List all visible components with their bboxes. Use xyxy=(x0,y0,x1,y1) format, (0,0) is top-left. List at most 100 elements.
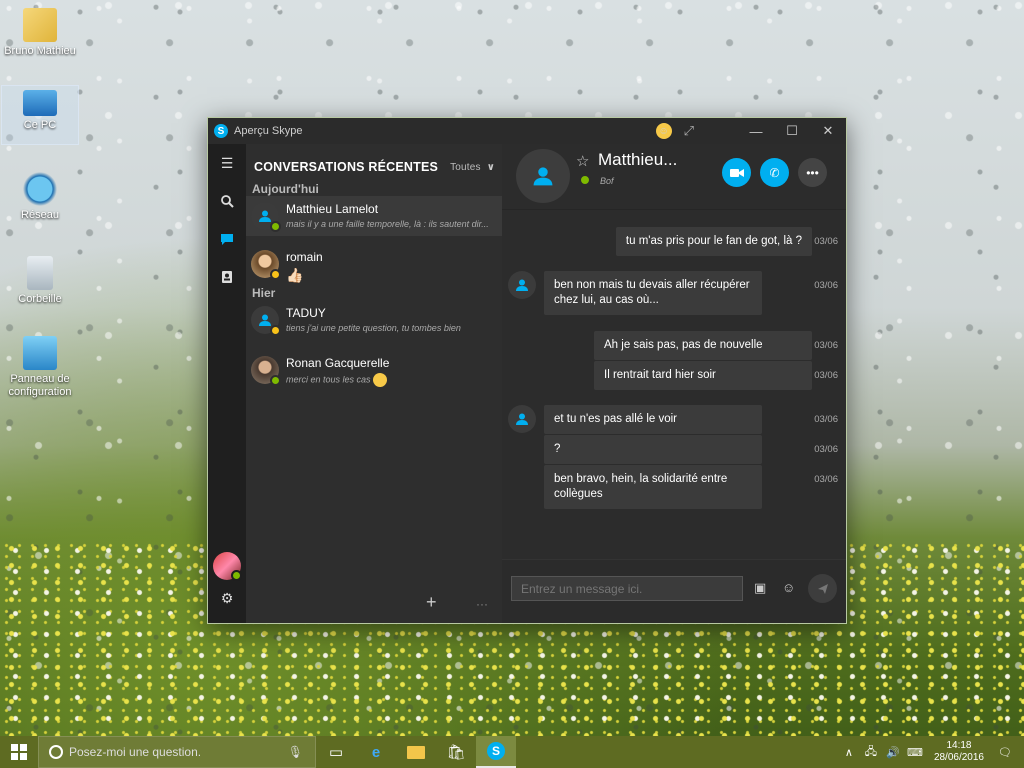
filter-dropdown[interactable]: Toutes xyxy=(450,162,481,173)
send-arrow-icon xyxy=(817,583,828,594)
desktop-icon-user-folder[interactable]: Bruno Mathieu xyxy=(2,8,78,58)
message-preview: tiens j'ai une petite question, tu tombe… xyxy=(286,323,461,333)
skype-window: S Aperçu Skype ☺ ⤢ — ☐ ✕ ☰ ⚙ CONVERSATIO… xyxy=(207,117,847,624)
message-bubble-incoming[interactable]: et tu n'es pas allé le voir xyxy=(544,405,762,434)
message-time: 03/06 xyxy=(814,414,838,425)
person-icon xyxy=(516,413,528,425)
edge-browser-icon[interactable]: e xyxy=(356,736,396,768)
smiley-icon[interactable]: ☺ xyxy=(655,123,672,139)
status-indicator xyxy=(270,375,281,386)
status-indicator xyxy=(270,269,281,280)
nav-rail: ☰ ⚙ xyxy=(208,144,246,623)
skype-logo-icon: S xyxy=(214,124,228,138)
desktop-icon-network[interactable]: Réseau xyxy=(2,172,78,222)
message-time: 03/06 xyxy=(814,370,838,381)
clock-time: 14:18 xyxy=(946,740,972,751)
message-time: 03/06 xyxy=(814,444,838,455)
phone-icon: ✆ xyxy=(769,165,780,180)
contact-mood: Bof xyxy=(600,176,614,186)
windows-logo-icon xyxy=(11,744,27,760)
section-header-yesterday: Hier xyxy=(252,286,276,300)
contact-name: TADUY xyxy=(286,306,326,320)
message-preview-text: merci en tous les cas xyxy=(286,374,371,385)
store-icon[interactable]: 🛍 xyxy=(436,736,476,768)
title-bar[interactable]: S Aperçu Skype ☺ ⤢ — ☐ ✕ xyxy=(208,118,846,144)
start-button[interactable] xyxy=(0,736,38,768)
network-tray-icon[interactable]: 🖧 xyxy=(860,743,882,762)
notifications-icon[interactable]: 🗨 xyxy=(994,746,1016,759)
message-row: ? 03/06 xyxy=(502,435,846,465)
desktop-icon-control-panel[interactable]: Panneau de configuration xyxy=(2,336,78,399)
desktop-icon-label: Corbeille xyxy=(18,293,62,305)
add-conversation-button[interactable]: + xyxy=(426,592,437,613)
contact-name: Ronan Gacquerelle xyxy=(286,356,390,370)
message-preview: merci en tous les cas xyxy=(286,373,502,387)
chat-bubble-icon[interactable] xyxy=(208,220,246,258)
close-button[interactable]: ✕ xyxy=(810,123,846,139)
conversation-item[interactable]: Matthieu Lamelot mais il y a une faille … xyxy=(246,196,502,236)
video-call-button[interactable] xyxy=(722,158,751,187)
file-explorer-icon[interactable] xyxy=(396,736,436,768)
sender-avatar xyxy=(508,271,536,299)
message-bubble-incoming[interactable]: ben non mais tu devais aller récupérer c… xyxy=(544,271,762,315)
desktop-icon-label: Ce PC xyxy=(23,119,57,131)
message-row: ben non mais tu devais aller récupérer c… xyxy=(502,271,846,331)
contact-name: romain xyxy=(286,250,323,264)
hamburger-menu-icon[interactable]: ☰ xyxy=(208,144,246,182)
contact-avatar-large[interactable] xyxy=(516,149,570,203)
clock[interactable]: 14:18 28/06/2016 xyxy=(934,740,984,764)
emoticon-icon[interactable]: ☺ xyxy=(782,580,795,595)
status-indicator xyxy=(270,221,281,232)
conversation-item[interactable]: TADUY tiens j'ai une petite question, tu… xyxy=(246,300,502,340)
status-indicator xyxy=(270,325,281,336)
search-icon[interactable] xyxy=(208,182,246,220)
message-preview: mais il y a une faille temporelle, là : … xyxy=(286,219,489,229)
network-icon xyxy=(23,172,57,206)
message-bubble-incoming[interactable]: ben bravo, hein, la solidarité entre col… xyxy=(544,465,762,509)
person-icon xyxy=(533,167,553,186)
audio-call-button[interactable]: ✆ xyxy=(760,158,789,187)
send-button[interactable] xyxy=(808,574,837,603)
user-folder-icon xyxy=(23,8,57,42)
message-bubble-outgoing[interactable]: tu m'as pris pour le fan de got, là ? xyxy=(615,227,812,256)
section-header-today: Aujourd'hui xyxy=(252,182,319,196)
smiley-emoji-icon xyxy=(373,373,388,387)
task-view-icon[interactable]: ▭ xyxy=(316,736,356,768)
message-input[interactable] xyxy=(511,576,743,601)
chevron-down-icon[interactable]: ∨ xyxy=(487,162,495,173)
conversation-item[interactable]: romain 👍🏻 xyxy=(246,244,502,284)
chat-header: ☆ Matthieu... Bof ✆ ••• xyxy=(502,144,846,210)
gear-icon[interactable]: ⚙ xyxy=(208,579,246,617)
volume-icon[interactable]: 🔊 xyxy=(882,746,904,759)
show-hidden-icons-chevron[interactable]: ∧ xyxy=(838,746,860,759)
maximize-button[interactable]: ☐ xyxy=(774,123,810,139)
message-list[interactable]: tu m'as pris pour le fan de got, là ? 03… xyxy=(502,211,846,559)
media-gallery-icon[interactable]: ▣ xyxy=(754,580,766,596)
chat-panel: ☆ Matthieu... Bof ✆ ••• tu m'as pris pou… xyxy=(502,144,846,623)
message-bubble-outgoing[interactable]: Il rentrait tard hier soir xyxy=(594,361,812,390)
desktop-icon-this-pc[interactable]: Ce PC xyxy=(1,85,79,145)
desktop-icon-label: Réseau xyxy=(21,209,59,221)
taskbar: Posez-moi une question. 🎙 ▭ e 🛍 S ∧ 🖧 🔊 … xyxy=(0,736,1024,768)
message-time: 03/06 xyxy=(814,236,838,247)
desktop-icon-label: Panneau de configuration xyxy=(8,373,72,398)
expand-icon[interactable]: ⤢ xyxy=(684,123,694,139)
desktop-icon-recycle-bin[interactable]: Corbeille xyxy=(2,256,78,306)
conversation-item[interactable]: Ronan Gacquerelle merci en tous les cas xyxy=(246,350,502,390)
cortana-search-box[interactable]: Posez-moi une question. 🎙 xyxy=(38,736,316,768)
message-preview: 👍🏻 xyxy=(286,267,304,283)
person-icon xyxy=(259,314,271,326)
minimize-button[interactable]: — xyxy=(738,124,774,139)
message-bubble-incoming[interactable]: ? xyxy=(544,435,762,464)
contacts-icon[interactable] xyxy=(208,258,246,296)
skype-taskbar-icon[interactable]: S xyxy=(476,736,516,768)
favorite-star-icon[interactable]: ☆ xyxy=(576,152,589,170)
chat-contact-name[interactable]: Matthieu... xyxy=(598,150,677,170)
microphone-icon[interactable]: 🎙 xyxy=(288,745,303,759)
more-options-button[interactable]: ••• xyxy=(798,158,827,187)
keyboard-icon[interactable]: ⌨ xyxy=(904,746,926,759)
more-options-icon[interactable]: ··· xyxy=(476,597,488,611)
search-placeholder: Posez-moi une question. xyxy=(69,745,202,759)
message-time: 03/06 xyxy=(814,340,838,351)
message-bubble-outgoing[interactable]: Ah je sais pas, pas de nouvelle xyxy=(594,331,812,360)
